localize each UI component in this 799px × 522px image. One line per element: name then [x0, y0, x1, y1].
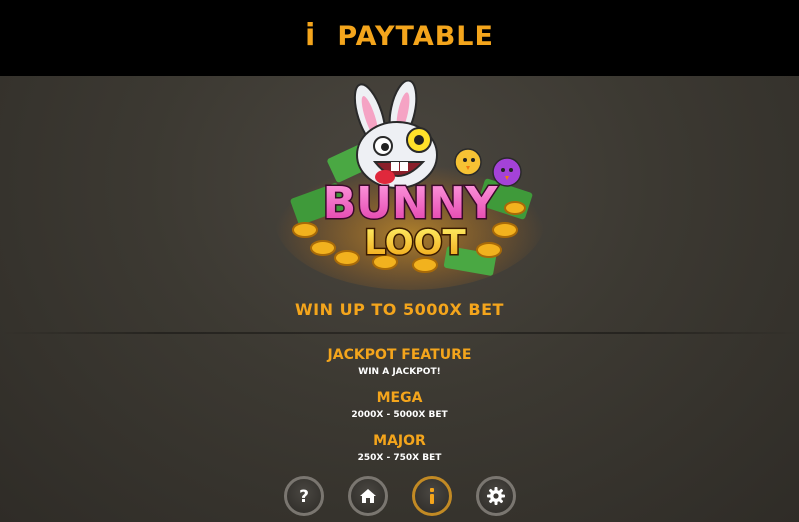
- major-heading: MAJOR: [373, 433, 426, 449]
- home-button[interactable]: [347, 476, 388, 516]
- paytable-content: JACKPOT FEATURE WIN A JACKPOT! MEGA 2000…: [0, 344, 799, 473]
- mega-range-text: 2000X - 5000X BET: [351, 410, 448, 420]
- settings-button[interactable]: [475, 476, 516, 516]
- mega-heading: MEGA: [376, 390, 423, 406]
- svg-text:?: ?: [299, 487, 309, 506]
- bunny-loot-logo: BUNNY LOOT: [275, 80, 545, 290]
- header-bar: i PAYTABLE: [0, 0, 799, 76]
- jackpot-feature-heading: JACKPOT FEATURE: [327, 347, 472, 363]
- info-icon: i: [305, 18, 316, 53]
- page-title: PAYTABLE: [337, 20, 494, 52]
- info-icon: [429, 488, 434, 504]
- help-icon: ?: [299, 487, 309, 506]
- max-win-text: WIN UP TO 5000X BET: [295, 300, 504, 319]
- bottom-toolbar: ?: [0, 470, 799, 522]
- header-title-group: i PAYTABLE: [305, 21, 494, 52]
- logo-word-loot: LOOT: [364, 223, 466, 263]
- major-range-text: 250X - 750X BET: [357, 453, 442, 463]
- info-button[interactable]: [411, 476, 452, 516]
- home-icon: [359, 489, 376, 503]
- jackpot-feature-text: WIN A JACKPOT!: [358, 367, 441, 377]
- help-button[interactable]: ?: [283, 476, 324, 516]
- section-divider: [0, 332, 799, 334]
- settings-icon: [486, 487, 505, 505]
- logo-word-bunny: BUNNY: [323, 178, 499, 229]
